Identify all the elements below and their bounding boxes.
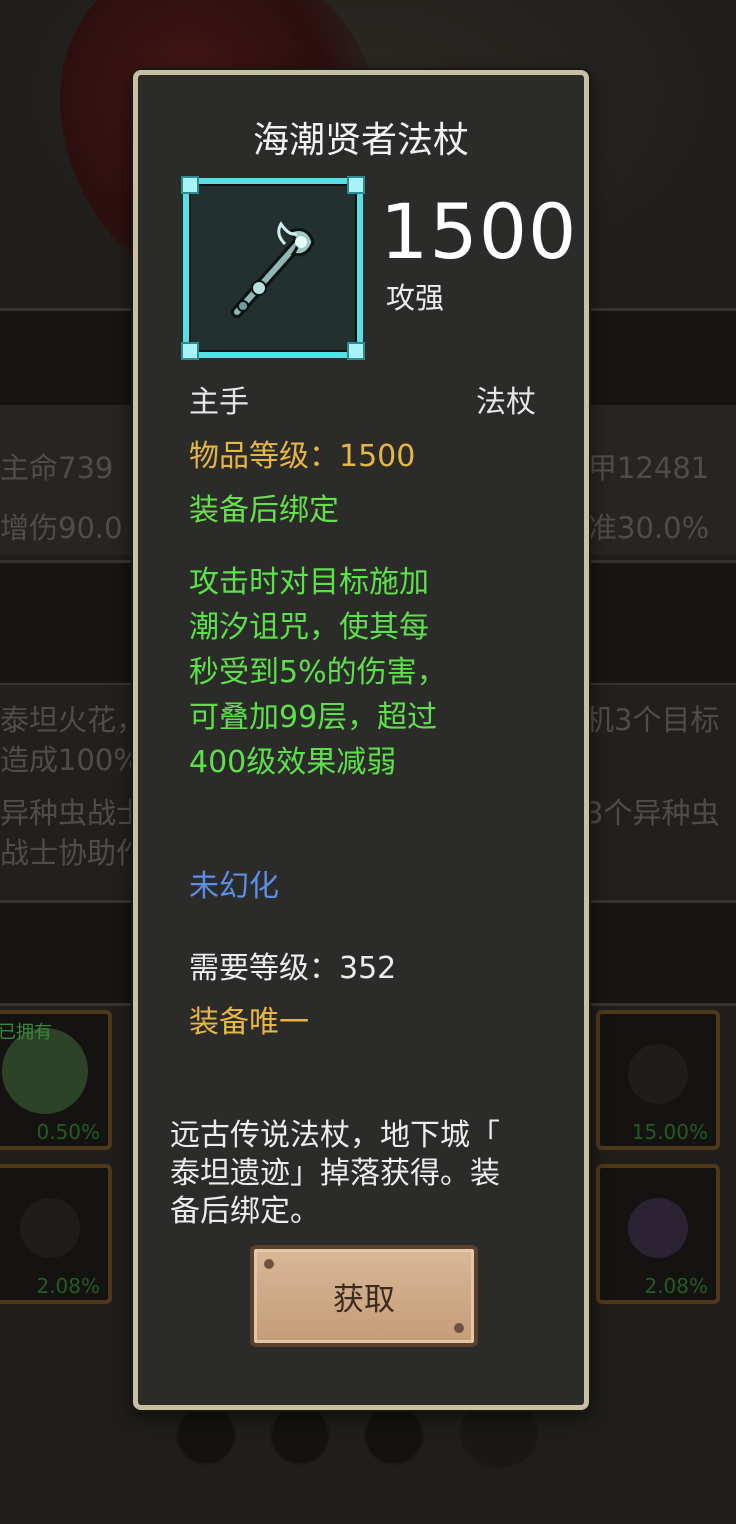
unique-equip: 装备唯一 bbox=[189, 1005, 309, 1040]
effect-line: 400级效果减弱 bbox=[189, 745, 397, 780]
item-level: 物品等级：1500 bbox=[189, 439, 416, 474]
required-level: 需要等级：352 bbox=[189, 951, 397, 986]
effect-line: 潮汐诅咒，使其每 bbox=[189, 610, 429, 645]
flavor-line: 泰坦遗迹」掉落获得。装 bbox=[170, 1156, 500, 1191]
item-detail-dialog: 海潮贤者法杖 1500 攻强 主手 法杖 物品等级：1500 装备后绑定 攻击时… bbox=[133, 70, 589, 1410]
effect-line: 可叠加99层，超过 bbox=[189, 700, 438, 735]
item-bind-type: 装备后绑定 bbox=[189, 493, 339, 528]
item-effect-description: 攻击时对目标施加 潮汐诅咒，使其每 秒受到5%的伤害， 可叠加99层，超过 40… bbox=[189, 560, 519, 785]
item-icon-frame bbox=[181, 176, 365, 360]
flavor-line: 远古传说法杖，地下城「 bbox=[170, 1118, 500, 1153]
get-button-label: 获取 bbox=[333, 1281, 395, 1318]
staff-icon bbox=[231, 221, 315, 318]
flavor-line: 备后绑定。 bbox=[170, 1194, 320, 1229]
item-weapon-type: 法杖 bbox=[476, 385, 536, 420]
item-slot: 主手 bbox=[189, 385, 249, 420]
item-power-label: 攻强 bbox=[386, 281, 445, 315]
effect-line: 秒受到5%的伤害， bbox=[189, 655, 447, 690]
effect-line: 攻击时对目标施加 bbox=[189, 565, 429, 600]
item-name: 海潮贤者法杖 bbox=[252, 120, 469, 161]
item-flavor-text: 远古传说法杖，地下城「 泰坦遗迹」掉落获得。装 备后绑定。 bbox=[170, 1117, 560, 1231]
item-power-value: 1500 bbox=[380, 187, 578, 276]
transmog-status: 未幻化 bbox=[189, 869, 279, 904]
get-button[interactable]: 获取 bbox=[250, 1245, 478, 1347]
